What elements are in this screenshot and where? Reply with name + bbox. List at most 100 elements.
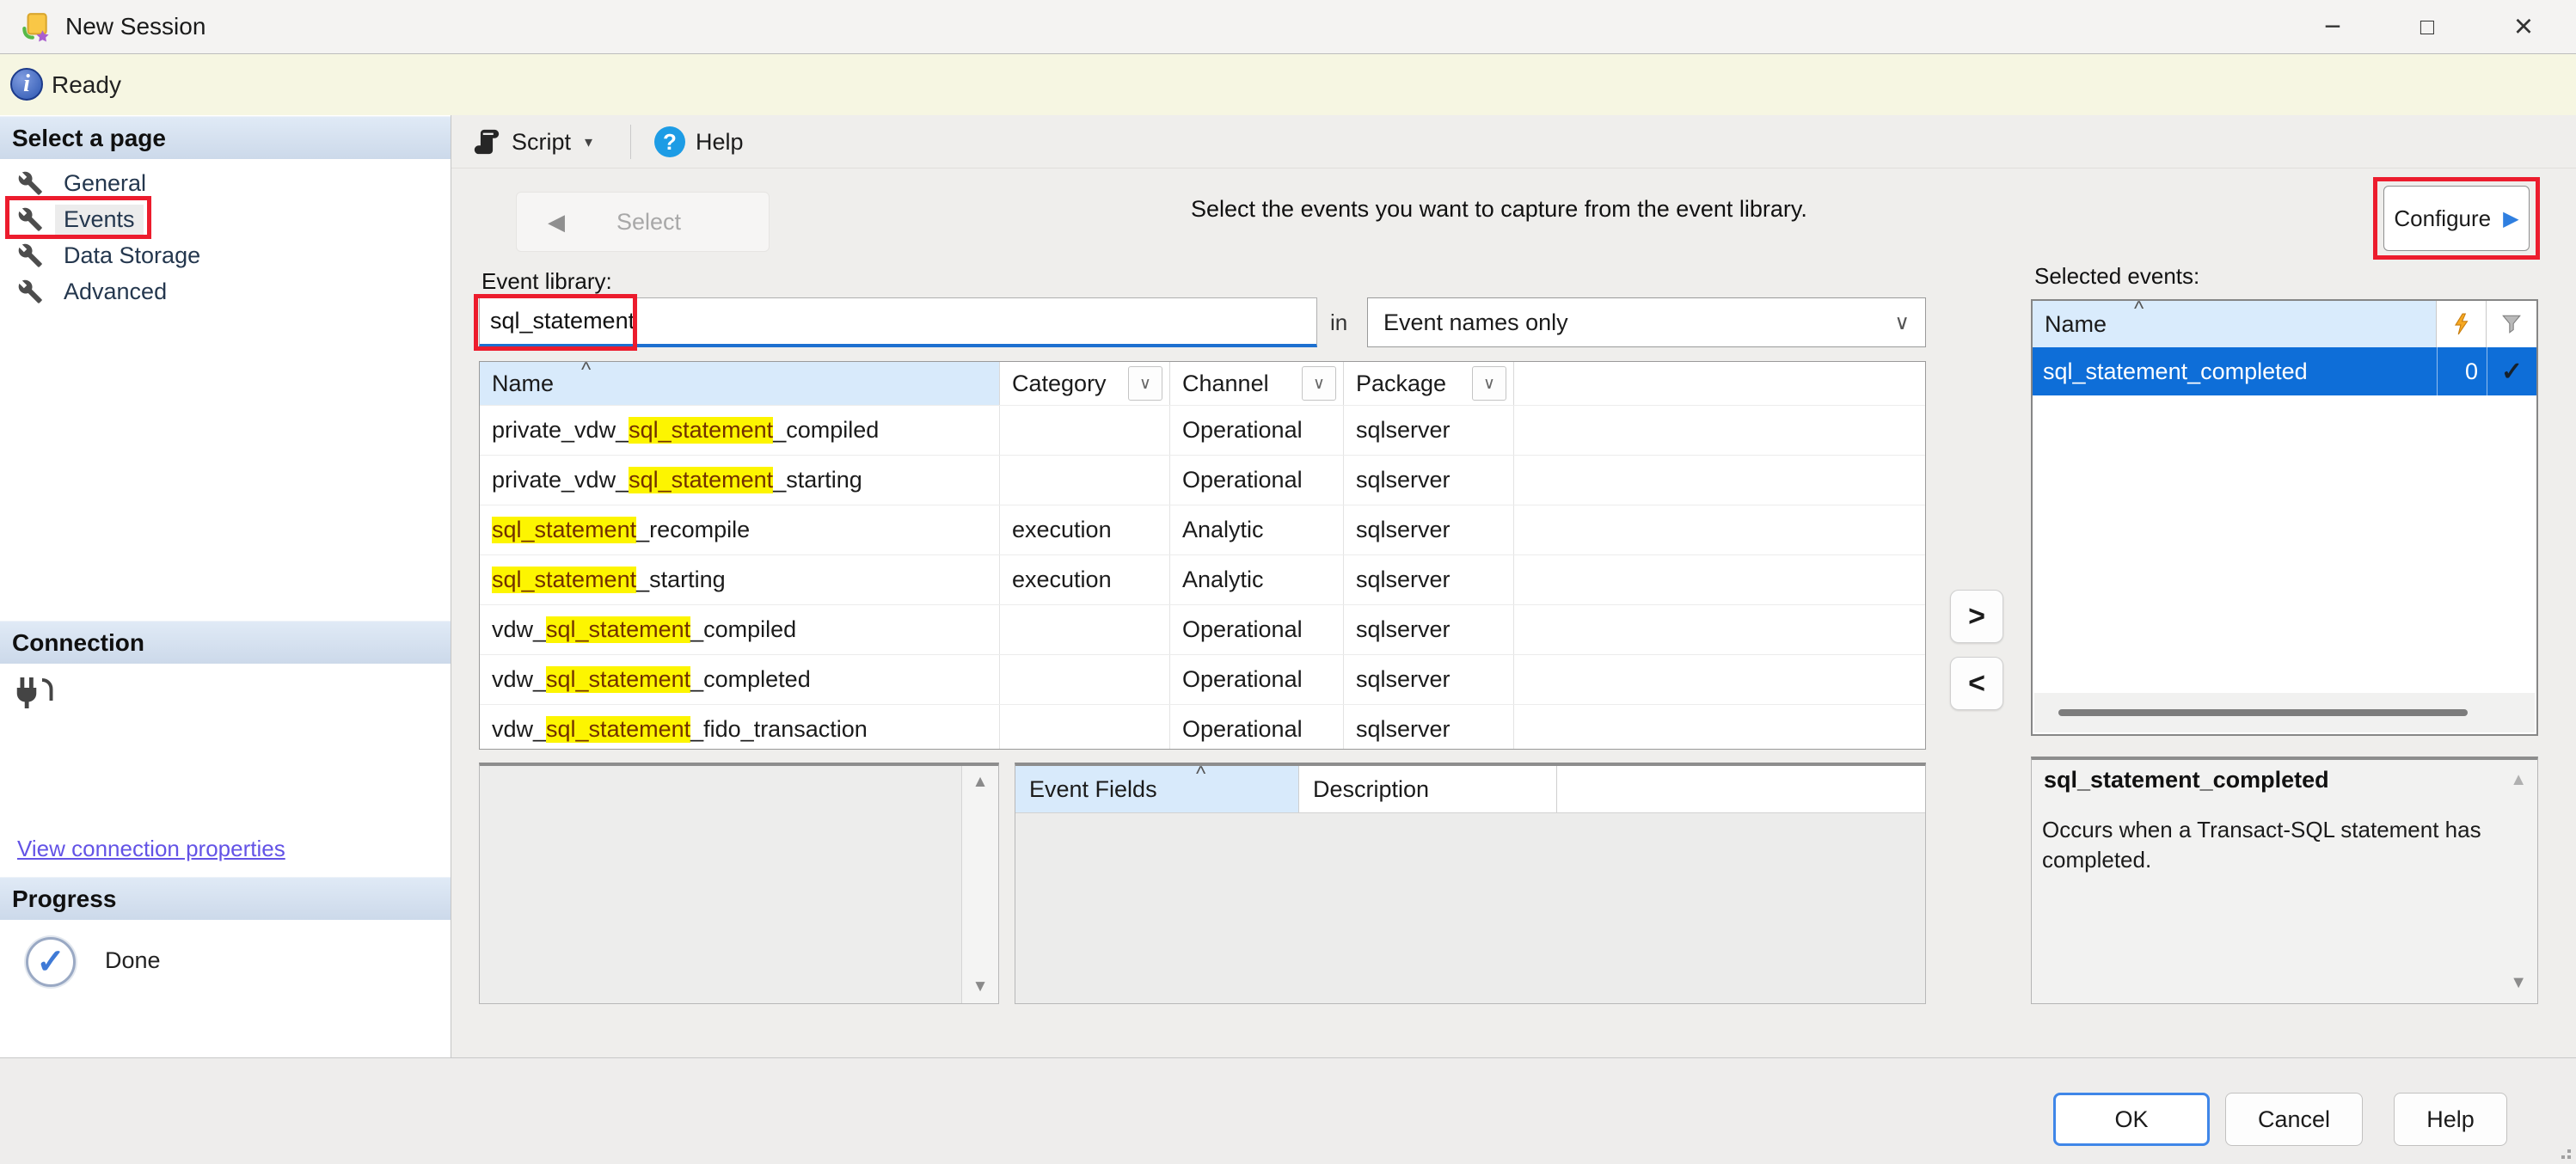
table-row[interactable]: vdw_sql_statement_compiled Operational s… xyxy=(480,604,1925,654)
event-name-cell: vdw_sql_statement_completed xyxy=(480,655,1000,704)
script-button[interactable]: Script ▾ xyxy=(463,120,601,163)
help-label: Help xyxy=(696,129,744,156)
app-icon xyxy=(19,10,52,43)
channel-cell: Operational xyxy=(1170,705,1344,750)
horizontal-scrollbar[interactable] xyxy=(2034,693,2535,732)
category-cell xyxy=(1000,456,1170,505)
table-row[interactable]: sql_statement_recompile execution Analyt… xyxy=(480,505,1925,554)
column-header-filter[interactable] xyxy=(2487,301,2536,347)
events-page: Script ▾ ? Help ◀ Select Select the even… xyxy=(451,115,2576,1057)
event-name-cell: private_vdw_sql_statement_starting xyxy=(480,456,1000,505)
table-row[interactable]: vdw_sql_statement_completed Operational … xyxy=(480,654,1925,704)
event-description-title: sql_statement_completed xyxy=(2044,767,2329,793)
category-filter-dropdown[interactable]: ∨ xyxy=(1128,366,1162,401)
event-description-body: Occurs when a Transact-SQL statement has… xyxy=(2042,815,2489,875)
package-cell: sqlserver xyxy=(1344,605,1514,654)
remove-event-button[interactable]: < xyxy=(1950,657,2003,710)
selected-events-table: Name ^ sql_statement_completed 0 ✓ xyxy=(2031,299,2538,736)
sidebar-item-advanced[interactable]: Advanced xyxy=(0,273,451,309)
table-row[interactable]: private_vdw_sql_statement_compiled Opera… xyxy=(480,405,1925,455)
check-icon: ✓ xyxy=(2501,357,2523,387)
script-label: Script xyxy=(512,129,571,156)
close-button[interactable]: × xyxy=(2493,0,2554,53)
sidebar: Select a page General Events Data Storag… xyxy=(0,115,451,1057)
event-name-cell: sql_statement_recompile xyxy=(480,505,1000,554)
channel-filter-dropdown[interactable]: ∨ xyxy=(1302,366,1336,401)
vertical-scrollbar[interactable]: ▲ ▼ xyxy=(961,766,998,1003)
column-header-channel[interactable]: Channel ∨ xyxy=(1170,362,1344,405)
scrollbar-thumb[interactable] xyxy=(2058,709,2468,716)
table-row[interactable]: sql_statement_starting execution Analyti… xyxy=(480,554,1925,604)
scroll-down-icon[interactable]: ▼ xyxy=(962,977,998,996)
cancel-button[interactable]: Cancel xyxy=(2225,1093,2363,1146)
wrench-icon xyxy=(17,279,43,304)
forward-arrow-icon: ▶ xyxy=(2503,206,2518,231)
event-name-cell: sql_statement_starting xyxy=(480,555,1000,604)
scroll-up-icon[interactable]: ▲ xyxy=(2510,770,2527,790)
script-icon xyxy=(472,127,501,156)
package-cell: sqlserver xyxy=(1344,456,1514,505)
select-step-label: Select xyxy=(616,209,681,236)
status-text: Ready xyxy=(52,54,121,115)
select-step-button[interactable]: ◀ Select xyxy=(516,192,770,252)
wrench-icon xyxy=(17,206,43,232)
configure-button[interactable]: Configure ▶ xyxy=(2383,186,2530,251)
done-check-icon: ✓ xyxy=(26,937,76,987)
column-header-description[interactable]: Description xyxy=(1299,766,1557,812)
wrench-icon xyxy=(17,242,43,268)
selected-event-check: ✓ xyxy=(2487,347,2536,395)
info-icon: i xyxy=(10,68,43,101)
column-header-name[interactable]: Name ^ xyxy=(2033,301,2437,347)
package-filter-dropdown[interactable]: ∨ xyxy=(1472,366,1506,401)
channel-cell: Analytic xyxy=(1170,505,1344,554)
script-dropdown-icon[interactable]: ▾ xyxy=(585,133,592,151)
column-header-name[interactable]: Name ^ xyxy=(480,362,1000,405)
table-row[interactable]: vdw_sql_statement_fido_transaction Opera… xyxy=(480,704,1925,750)
sidebar-item-events[interactable]: Events xyxy=(0,201,451,237)
event-name-cell: vdw_sql_statement_fido_transaction xyxy=(480,705,1000,750)
status-bar: i Ready xyxy=(0,54,2576,116)
sidebar-item-label: General xyxy=(55,168,155,199)
sidebar-item-data-storage[interactable]: Data Storage xyxy=(0,237,451,273)
new-session-dialog: { "window": { "title": "New Session" }, … xyxy=(0,0,2576,1164)
category-cell xyxy=(1000,655,1170,704)
selected-event-row[interactable]: sql_statement_completed 0 ✓ xyxy=(2033,347,2536,395)
package-cell: sqlserver xyxy=(1344,655,1514,704)
minimize-button[interactable]: − xyxy=(2303,0,2363,53)
table-row[interactable]: private_vdw_sql_statement_starting Opera… xyxy=(480,455,1925,505)
wrench-icon xyxy=(17,170,43,196)
event-library-label: Event library: xyxy=(481,268,612,295)
scroll-up-icon[interactable]: ▲ xyxy=(962,773,998,792)
sidebar-item-general[interactable]: General xyxy=(0,165,451,201)
help-button[interactable]: Help xyxy=(2394,1093,2507,1146)
column-header-package[interactable]: Package ∨ xyxy=(1344,362,1514,405)
event-name-cell: private_vdw_sql_statement_compiled xyxy=(480,406,1000,455)
resize-grip[interactable] xyxy=(2559,1147,2573,1161)
channel-cell: Operational xyxy=(1170,406,1344,455)
view-connection-properties-link[interactable]: View connection properties xyxy=(17,836,285,862)
add-event-button[interactable]: > xyxy=(1950,590,2003,643)
scroll-down-icon[interactable]: ▼ xyxy=(2510,973,2527,993)
event-search-input[interactable] xyxy=(479,297,1317,347)
connection-header: Connection xyxy=(0,621,451,664)
toolbar-help-button[interactable]: ? Help xyxy=(646,120,752,163)
column-header-event-fields[interactable]: Event Fields ^ xyxy=(1015,766,1299,812)
maximize-button[interactable]: □ xyxy=(2397,0,2457,53)
column-header-actions[interactable] xyxy=(2437,301,2487,347)
selected-events-label: Selected events: xyxy=(2034,263,2199,290)
ok-button[interactable]: OK xyxy=(2053,1093,2210,1146)
dialog-footer: OK Cancel Help xyxy=(0,1057,2576,1164)
sidebar-item-label: Advanced xyxy=(55,277,175,307)
column-header-filler xyxy=(1557,766,1925,812)
category-cell: execution xyxy=(1000,555,1170,604)
category-cell xyxy=(1000,406,1170,455)
chevron-down-icon: ∨ xyxy=(1894,310,1910,335)
event-library-table: Name ^ Category ∨ Channel ∨ Package ∨ xyxy=(479,361,1926,750)
sidebar-item-label: Data Storage xyxy=(55,241,209,271)
channel-cell: Analytic xyxy=(1170,555,1344,604)
column-header-category[interactable]: Category ∨ xyxy=(1000,362,1170,405)
category-cell: execution xyxy=(1000,505,1170,554)
search-scope-dropdown[interactable]: Event names only ∨ xyxy=(1367,297,1926,347)
in-label: in xyxy=(1330,297,1347,347)
channel-cell: Operational xyxy=(1170,605,1344,654)
